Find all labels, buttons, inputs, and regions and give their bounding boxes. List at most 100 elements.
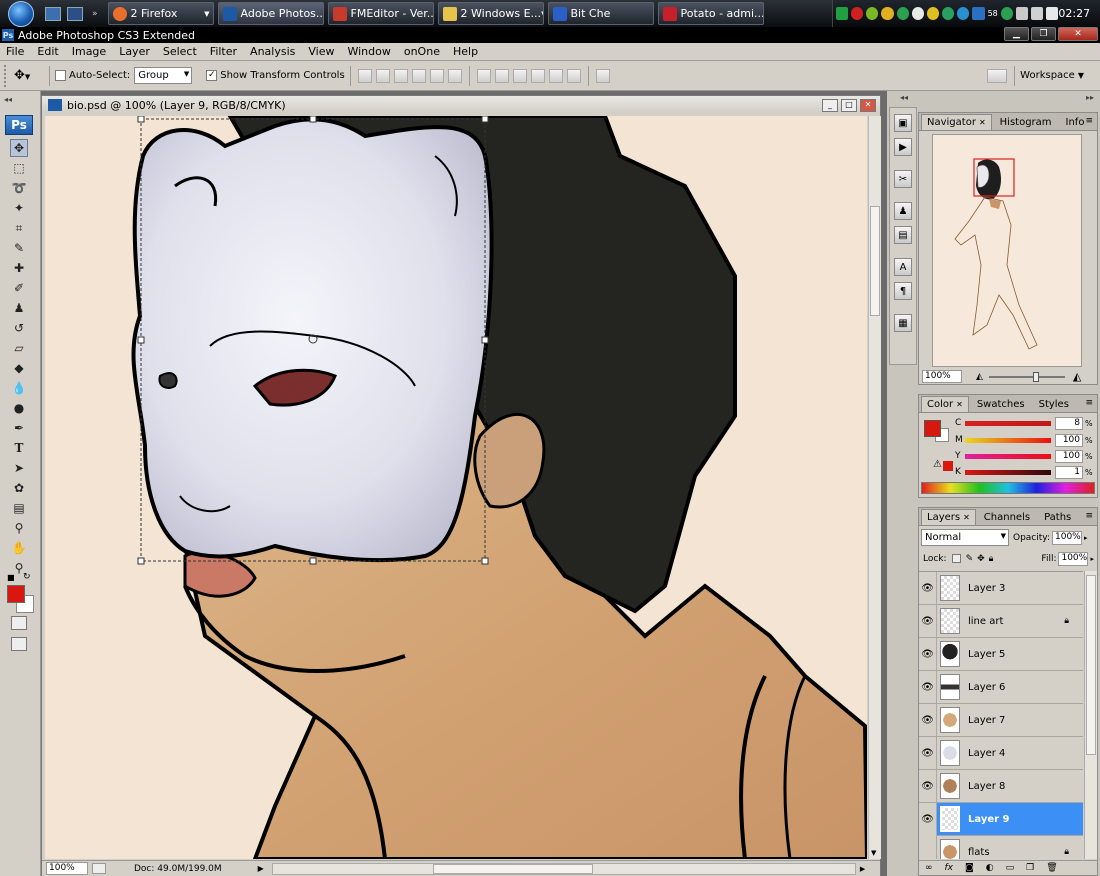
fill-slider-arrow-icon[interactable]: ▸ bbox=[1090, 555, 1094, 563]
visibility-eye-icon[interactable]: 👁︎ bbox=[919, 637, 937, 671]
menu-file[interactable]: File bbox=[6, 45, 24, 58]
align-left-icon[interactable] bbox=[411, 68, 426, 83]
fill-field[interactable]: 100% bbox=[1058, 551, 1089, 566]
layers-scroll-thumb[interactable] bbox=[1086, 575, 1096, 755]
panel-menu-icon[interactable]: ≡ bbox=[1085, 398, 1093, 408]
tab-color[interactable]: Color ✕ bbox=[921, 396, 969, 412]
tray-app-icon[interactable] bbox=[836, 7, 849, 20]
quick-mask-icon[interactable] bbox=[11, 616, 27, 630]
lock-all-icon[interactable]: 🔒︎ bbox=[989, 554, 994, 564]
menu-help[interactable]: Help bbox=[453, 45, 478, 58]
tray-app-icon[interactable] bbox=[957, 7, 970, 20]
distribute-hcenter-icon[interactable] bbox=[548, 68, 563, 83]
align-top-icon[interactable] bbox=[357, 68, 372, 83]
taskbar-item-windows-explorer[interactable]: 2 Windows E...▼ bbox=[437, 2, 544, 25]
history-brush-tool-icon[interactable]: ↺ bbox=[10, 319, 28, 337]
image-canvas[interactable] bbox=[45, 116, 867, 859]
tray-app-icon[interactable] bbox=[866, 7, 879, 20]
visibility-eye-icon[interactable]: 👁︎ bbox=[919, 769, 937, 803]
tab-layers[interactable]: Layers ✕ bbox=[921, 509, 976, 525]
clock[interactable]: 02:27 bbox=[1058, 7, 1090, 20]
visibility-eye-icon[interactable]: 👁︎ bbox=[919, 572, 937, 605]
menu-onone[interactable]: onOne bbox=[404, 45, 440, 58]
network-icon[interactable] bbox=[1015, 7, 1029, 20]
custom-shape-tool-icon[interactable]: ✿ bbox=[10, 479, 28, 497]
panel-menu-icon[interactable]: ≡ bbox=[1085, 511, 1093, 521]
tray-app-icon[interactable] bbox=[911, 7, 924, 20]
menu-view[interactable]: View bbox=[308, 45, 334, 58]
tray-app-icon[interactable] bbox=[851, 7, 864, 20]
align-hcenter-icon[interactable] bbox=[429, 68, 444, 83]
link-layers-icon[interactable]: ∞ bbox=[925, 863, 933, 873]
zoom-slider-thumb[interactable] bbox=[1032, 371, 1039, 382]
adjustment-layer-icon[interactable]: ◐ bbox=[986, 863, 994, 873]
magic-wand-tool-icon[interactable]: ✦ bbox=[10, 199, 28, 217]
visibility-eye-icon[interactable]: 👁︎ bbox=[919, 736, 937, 770]
dock-expand-icon[interactable]: ◂◂ bbox=[900, 93, 908, 102]
eraser-tool-icon[interactable]: ▱ bbox=[10, 339, 28, 357]
tab-histogram[interactable]: Histogram bbox=[994, 114, 1058, 130]
move-tool-icon[interactable]: ✥ bbox=[10, 139, 28, 157]
menu-select[interactable]: Select bbox=[163, 45, 197, 58]
lock-position-icon[interactable]: ✥ bbox=[977, 554, 985, 564]
taskbar-item-firefox[interactable]: 2 Firefox ▼ bbox=[107, 2, 214, 25]
start-button[interactable] bbox=[0, 0, 42, 27]
tab-channels[interactable]: Channels bbox=[978, 509, 1036, 525]
show-desktop-icon[interactable] bbox=[45, 6, 61, 21]
tab-paths[interactable]: Paths bbox=[1038, 509, 1077, 525]
tool-presets-panel-icon[interactable]: ✂ bbox=[894, 170, 912, 188]
layer-comps-panel-icon[interactable]: ▤ bbox=[894, 226, 912, 244]
healing-brush-tool-icon[interactable]: ✚ bbox=[10, 259, 28, 277]
distribute-vcenter-icon[interactable] bbox=[494, 68, 509, 83]
doc-close-button[interactable]: ✕ bbox=[860, 98, 876, 112]
layers-scrollbar[interactable] bbox=[1084, 571, 1097, 859]
clone-source-panel-icon[interactable]: ♟ bbox=[894, 202, 912, 220]
menu-window[interactable]: Window bbox=[347, 45, 390, 58]
menu-layer[interactable]: Layer bbox=[119, 45, 150, 58]
tray-app-icon[interactable] bbox=[972, 7, 985, 20]
color-ramp[interactable] bbox=[921, 482, 1095, 494]
visibility-eye-icon[interactable]: 👁︎ bbox=[919, 802, 937, 836]
black-slider[interactable] bbox=[965, 469, 1051, 475]
new-group-icon[interactable]: ▭ bbox=[1006, 863, 1015, 873]
layer-row[interactable]: flats 🔒︎ bbox=[919, 835, 1083, 859]
file-browser-icon[interactable] bbox=[987, 68, 1008, 83]
yellow-value[interactable]: 100 bbox=[1055, 449, 1083, 463]
paint-bucket-tool-icon[interactable]: ◆ bbox=[10, 359, 28, 377]
lock-transparent-icon[interactable] bbox=[951, 554, 961, 563]
layer-row[interactable]: 👁︎ Layer 4 bbox=[919, 736, 1083, 770]
volume-icon[interactable] bbox=[1031, 7, 1044, 20]
doc-minimize-button[interactable]: _ bbox=[822, 98, 838, 112]
quicklaunch-overflow-icon[interactable]: » bbox=[92, 9, 98, 19]
show-transform-checkbox[interactable]: ✓ bbox=[206, 70, 218, 81]
clone-stamp-tool-icon[interactable]: ♟ bbox=[10, 299, 28, 317]
black-value[interactable]: 1 bbox=[1055, 465, 1083, 479]
info-panel-icon[interactable]: ▦ bbox=[894, 314, 912, 332]
slice-tool-icon[interactable]: ✎ bbox=[10, 239, 28, 257]
scroll-right-icon[interactable]: ▶ bbox=[860, 865, 865, 873]
layer-row[interactable]: 👁︎ Layer 7 bbox=[919, 703, 1083, 737]
taskbar-item-filezilla[interactable]: Potato - admi... bbox=[657, 2, 764, 25]
color-fg-swatch[interactable] bbox=[924, 420, 941, 437]
menu-filter[interactable]: Filter bbox=[210, 45, 237, 58]
tab-navigator[interactable]: Navigator ✕ bbox=[921, 114, 992, 130]
panel-menu-icon[interactable]: ≡ bbox=[1085, 116, 1093, 126]
eyedropper-tool-icon[interactable]: ⚲ bbox=[10, 519, 28, 537]
menu-edit[interactable]: Edit bbox=[37, 45, 58, 58]
tray-app-icon[interactable] bbox=[942, 7, 955, 20]
visibility-eye-icon[interactable]: 👁︎ bbox=[919, 604, 937, 638]
auto-select-dropdown[interactable]: Group bbox=[134, 67, 193, 84]
scroll-down-icon[interactable]: ▼ bbox=[871, 849, 876, 857]
align-right-icon[interactable] bbox=[447, 68, 462, 83]
gamut-warning-icon[interactable]: ⚠ bbox=[933, 459, 942, 470]
align-vcenter-icon[interactable] bbox=[375, 68, 390, 83]
horizontal-scroll-thumb[interactable] bbox=[432, 863, 593, 874]
status-menu-arrow-icon[interactable]: ▶ bbox=[258, 864, 264, 873]
visibility-eye-icon[interactable]: 👁︎ bbox=[919, 703, 937, 737]
minimize-button[interactable]: ▁ bbox=[1004, 27, 1029, 41]
layer-mask-icon[interactable]: ◙ bbox=[965, 863, 974, 873]
horizontal-scrollbar[interactable] bbox=[271, 862, 856, 875]
distribute-left-icon[interactable] bbox=[530, 68, 545, 83]
document-title-bar[interactable]: bio.psd @ 100% (Layer 9, RGB/8/CMYK) _ □… bbox=[42, 96, 880, 114]
brushes-panel-icon[interactable]: ▣ bbox=[894, 114, 912, 132]
